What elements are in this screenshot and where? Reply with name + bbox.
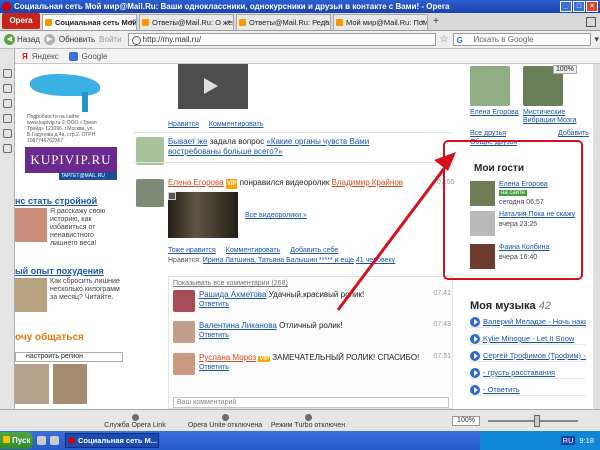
zoom-slider-knob[interactable] bbox=[534, 415, 540, 427]
arrow-shaft bbox=[336, 157, 454, 311]
opera-unite-icon bbox=[221, 414, 229, 421]
zoom-slider[interactable] bbox=[488, 420, 578, 422]
language-indicator[interactable]: RU bbox=[560, 436, 576, 445]
zoom-field[interactable]: 100% bbox=[452, 416, 480, 426]
windows-taskbar: Пуск Социальная сеть М... RU 9:18 bbox=[0, 431, 600, 450]
arrow-head bbox=[434, 152, 456, 171]
taskbar-opera-window[interactable]: Социальная сеть М... bbox=[65, 433, 159, 448]
turbo-icon bbox=[304, 414, 312, 421]
system-tray: RU 9:18 bbox=[480, 431, 600, 450]
opera-unite-label: Opera Unite отключена bbox=[187, 422, 263, 429]
quicklaunch-icon[interactable] bbox=[50, 436, 59, 445]
opera-link-icon bbox=[131, 414, 139, 421]
opera-unite-status[interactable]: Opera Unite отключена bbox=[185, 414, 265, 430]
turbo-label: Режим Turbo отключен bbox=[270, 422, 346, 429]
start-button[interactable]: Пуск bbox=[0, 432, 33, 449]
red-annotation-arrow bbox=[336, 152, 456, 311]
clock: 9:18 bbox=[579, 436, 594, 445]
quicklaunch-icon[interactable] bbox=[37, 436, 46, 445]
turbo-status[interactable]: Режим Turbo отключен bbox=[268, 414, 348, 430]
status-bar: Служба Opera Link отключена Opera Unite … bbox=[0, 409, 600, 437]
